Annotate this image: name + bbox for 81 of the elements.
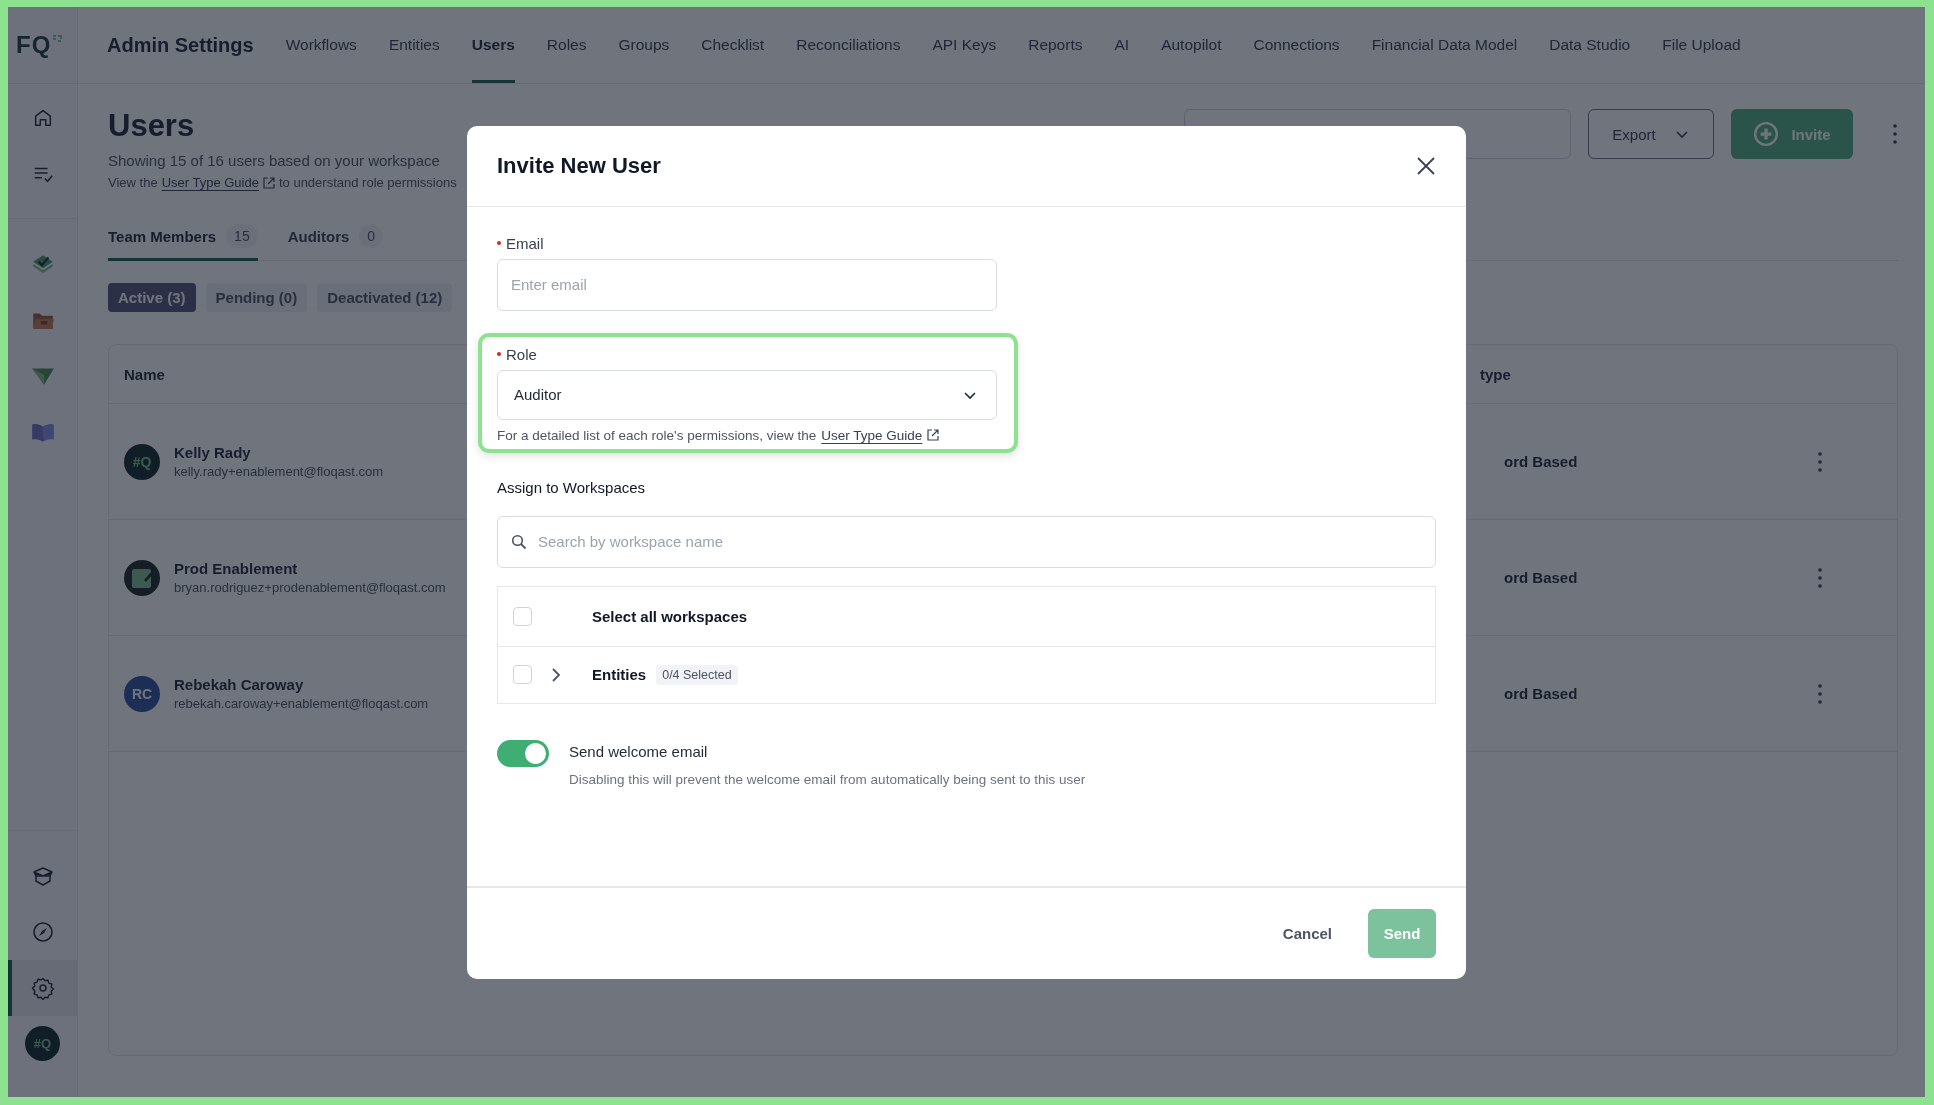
table-cell-text: ord Based [1503,453,1579,470]
filter-pill[interactable]: Active (3) [108,283,196,312]
nav-tab[interactable]: Reconciliations [796,7,901,83]
box-icon [30,864,55,888]
nav-tab[interactable]: Checklist [701,7,765,83]
column-header: type [1480,365,1512,383]
tab-label: Team Members [108,227,217,245]
settings-icon [30,976,55,1000]
compass-icon [30,920,55,944]
guide-text: to understand role permissions [278,175,457,190]
invite-button[interactable]: Invite [1731,109,1853,159]
toggle-label: Send welcome email [569,742,709,760]
selection-count: 0/4 Selected [656,664,738,685]
user-avatar: #Q [124,443,160,480]
count-badge: 0 [359,224,384,248]
close-icon[interactable] [1416,155,1436,176]
user-avatar[interactable]: #Q [25,1026,60,1061]
checkbox[interactable] [513,606,532,626]
toggle-switch[interactable] [497,739,549,767]
field-label: Email [506,234,544,252]
cancel-button[interactable]: Cancel [1276,923,1338,943]
toggle-description: Disabling this will prevent the welcome email from automatically being sent to this user [569,771,1086,787]
nav-tab[interactable]: Entities [388,7,440,83]
nav-tab[interactable]: Data Studio [1549,7,1631,83]
filter-pill[interactable]: Pending (0) [205,283,308,312]
user-avatar: RC [124,675,160,712]
section-label: Assign to Workspaces [497,478,647,496]
workspace-label: Select all workspaces [592,607,748,625]
help-text: For a detailed list of each role's permissions, view the [497,427,817,443]
tab[interactable]: Team Members 15 [108,218,258,261]
more-options-icon[interactable] [1817,449,1823,474]
role-dropdown[interactable]: Auditor [497,369,997,420]
user-avatar [124,559,160,596]
user-name: Rebekah Caroway [174,676,305,693]
user-name: Kelly Rady [174,444,252,461]
external-link-icon [927,429,940,441]
user-email: kelly.rady+enablement@floqast.com [174,464,384,479]
table-cell-text: ord Based [1503,685,1579,702]
page-subtitle: Showing 15 of 16 users based on your workspace [108,152,441,169]
guide-link[interactable]: User Type Guide [161,175,259,190]
user-name: Prod Enablement [174,560,299,577]
count-badge: 15 [226,224,258,248]
field-label: Role [506,345,537,363]
nav-tab[interactable]: Reports [1028,7,1083,83]
more-options-icon[interactable] [1892,122,1898,146]
more-options-icon[interactable] [1817,681,1823,706]
logo-mark-icon [52,35,63,43]
chevron-right-icon[interactable] [550,666,562,683]
guide-link[interactable]: User Type Guide [821,427,923,443]
external-link-icon [262,176,275,189]
user-email: rebekah.caroway+enablement@floqast.com [174,696,429,711]
nav-tab[interactable]: API Keys [932,7,997,83]
filter-pill[interactable]: Deactivated (12) [317,283,453,312]
nav-tab[interactable]: Roles [546,7,587,83]
plus-circle-icon [1753,121,1780,147]
export-button[interactable]: Export [1588,109,1714,159]
nav-tab[interactable]: File Upload [1662,7,1741,83]
nav-tab[interactable]: Users [471,7,515,83]
workspace-search-field[interactable]: Search by workspace name [497,515,1436,568]
guide-text: View the [108,175,158,190]
more-options-icon[interactable] [1817,565,1823,590]
column-header: Name [124,365,166,383]
dialog-title: Invite New User [497,152,661,179]
settings-nav-item[interactable] [8,960,77,1016]
page-section-title: Admin Settings [107,33,254,57]
tab[interactable]: Auditors 0 [287,218,384,261]
nav-tab[interactable]: Workflows [285,7,357,83]
nav-tab[interactable]: Autopilot [1161,7,1222,83]
nav-tab[interactable]: Financial Data Model [1371,7,1518,83]
nav-tab[interactable]: Groups [618,7,670,83]
table-cell-text: ord Based [1503,569,1579,586]
checkbox[interactable] [513,665,532,684]
email-field[interactable]: Enter email [497,258,997,311]
nav-tab[interactable]: AI [1114,7,1130,83]
workspace-label: Entities [592,666,647,683]
user-email: bryan.rodriguez+prodenablement@floqast.com [174,580,446,595]
page-title: Users [108,108,196,144]
nav-tab[interactable]: Connections [1253,7,1340,83]
tab-label: Auditors [287,227,350,245]
search-icon [511,533,527,550]
logo: FQ [16,31,52,59]
